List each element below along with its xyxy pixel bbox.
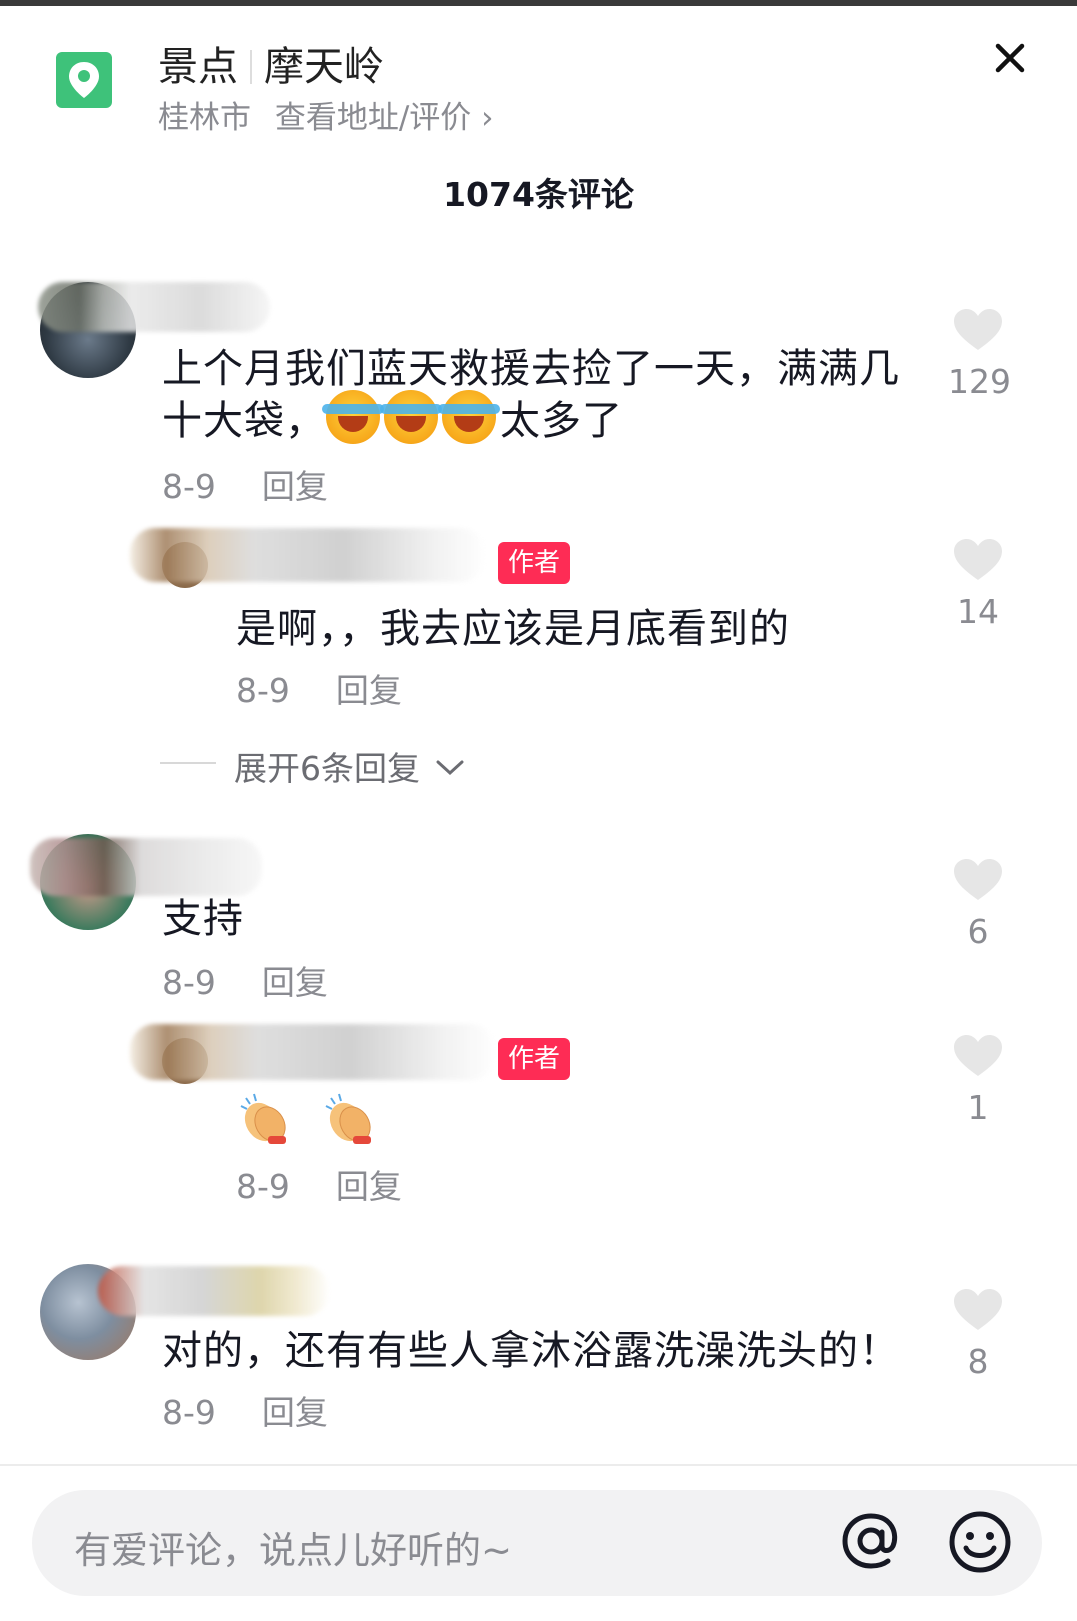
reply-text: 是啊，，我去应该是月底看到的: [236, 606, 790, 652]
laughing-crying-emoji-icon: [322, 390, 384, 444]
reply-date: 8-9: [236, 671, 290, 710]
reply-button[interactable]: 回复: [262, 963, 328, 1002]
expand-replies-button[interactable]: 展开6条回复: [234, 742, 465, 790]
at-mention-icon[interactable]: [838, 1508, 904, 1578]
title-separator: [250, 50, 252, 84]
like-button[interactable]: 14: [948, 538, 1008, 631]
expand-replies-label: 展开6条回复: [234, 749, 420, 788]
comment-text-prefix: 十大袋，: [162, 398, 326, 444]
comment-text-suffix: 太多了: [500, 398, 623, 444]
like-button[interactable]: 1: [948, 1034, 1008, 1127]
heart-icon: [954, 539, 1002, 580]
reply-meta: 8-9 回复: [236, 1160, 402, 1208]
chevron-right-icon: ›: [481, 100, 494, 136]
comment-date: 8-9: [162, 1393, 216, 1432]
author-badge: 作者: [498, 542, 571, 584]
username-blurred[interactable]: [130, 528, 486, 582]
like-button[interactable]: 6: [948, 858, 1008, 951]
comment-meta: 8-9 回复: [162, 1386, 328, 1434]
like-count: 14: [957, 592, 999, 631]
city-label: 桂林市: [158, 100, 251, 136]
comment-text-line1: 上个月我们蓝天救援去捡了一天，满满几: [162, 346, 900, 392]
username-blurred[interactable]: [98, 1266, 330, 1316]
category-label: 景点: [158, 44, 238, 90]
emoji-smile-icon[interactable]: [948, 1510, 1012, 1578]
address-review-link[interactable]: 查看地址/评价: [275, 100, 471, 136]
comment-meta: 8-9 回复: [162, 956, 328, 1004]
like-count: 6: [967, 912, 989, 951]
close-icon[interactable]: [990, 38, 1030, 78]
reply-date: 8-9: [236, 1167, 290, 1206]
author-badge: 作者: [498, 1038, 571, 1080]
laughing-crying-emoji-icon: [380, 390, 442, 444]
reply-emoji-content: [238, 1092, 403, 1152]
reply-button[interactable]: 回复: [336, 671, 402, 710]
like-count: 129: [948, 362, 1011, 401]
reply-button[interactable]: 回复: [262, 1393, 328, 1432]
comment-text: 支持: [162, 896, 244, 942]
laughing-crying-emoji-icon: [438, 390, 500, 444]
like-button[interactable]: 129: [948, 308, 1011, 401]
reply-meta: 8-9 回复: [236, 664, 402, 712]
comment-meta: 8-9 回复: [162, 460, 328, 508]
clapping-hands-emoji-icon: [238, 1092, 294, 1148]
location-pin-icon: [56, 52, 112, 108]
expand-divider: [160, 762, 216, 764]
comment-date: 8-9: [162, 467, 216, 506]
heart-icon: [954, 309, 1002, 350]
clapping-hands-emoji-icon: [323, 1092, 379, 1148]
heart-icon: [954, 1289, 1002, 1330]
comment-text-line2: 十大袋， 太多了: [162, 388, 623, 446]
reply-button[interactable]: 回复: [336, 1167, 402, 1206]
place-title[interactable]: 景点 摩天岭: [158, 34, 384, 92]
heart-icon: [954, 859, 1002, 900]
comment-input-placeholder: 有爱评论，说点儿好听的~: [74, 1529, 513, 1572]
like-count: 1: [967, 1088, 989, 1127]
username-blurred[interactable]: [130, 1024, 496, 1080]
comment-count: 1074条评论: [443, 175, 634, 214]
reply-button[interactable]: 回复: [262, 467, 328, 506]
like-button[interactable]: 8: [948, 1288, 1008, 1381]
heart-icon: [954, 1035, 1002, 1076]
place-subtitle[interactable]: 桂林市 查看地址/评价 ›: [158, 92, 494, 137]
like-count: 8: [967, 1342, 989, 1381]
place-name: 摩天岭: [264, 44, 384, 90]
username-blurred[interactable]: [38, 282, 270, 332]
comment-date: 8-9: [162, 963, 216, 1002]
chevron-down-icon: [436, 760, 463, 776]
comment-text: 对的，还有有些人拿沐浴露洗澡洗头的！: [162, 1328, 900, 1374]
top-edge: [0, 0, 1077, 6]
